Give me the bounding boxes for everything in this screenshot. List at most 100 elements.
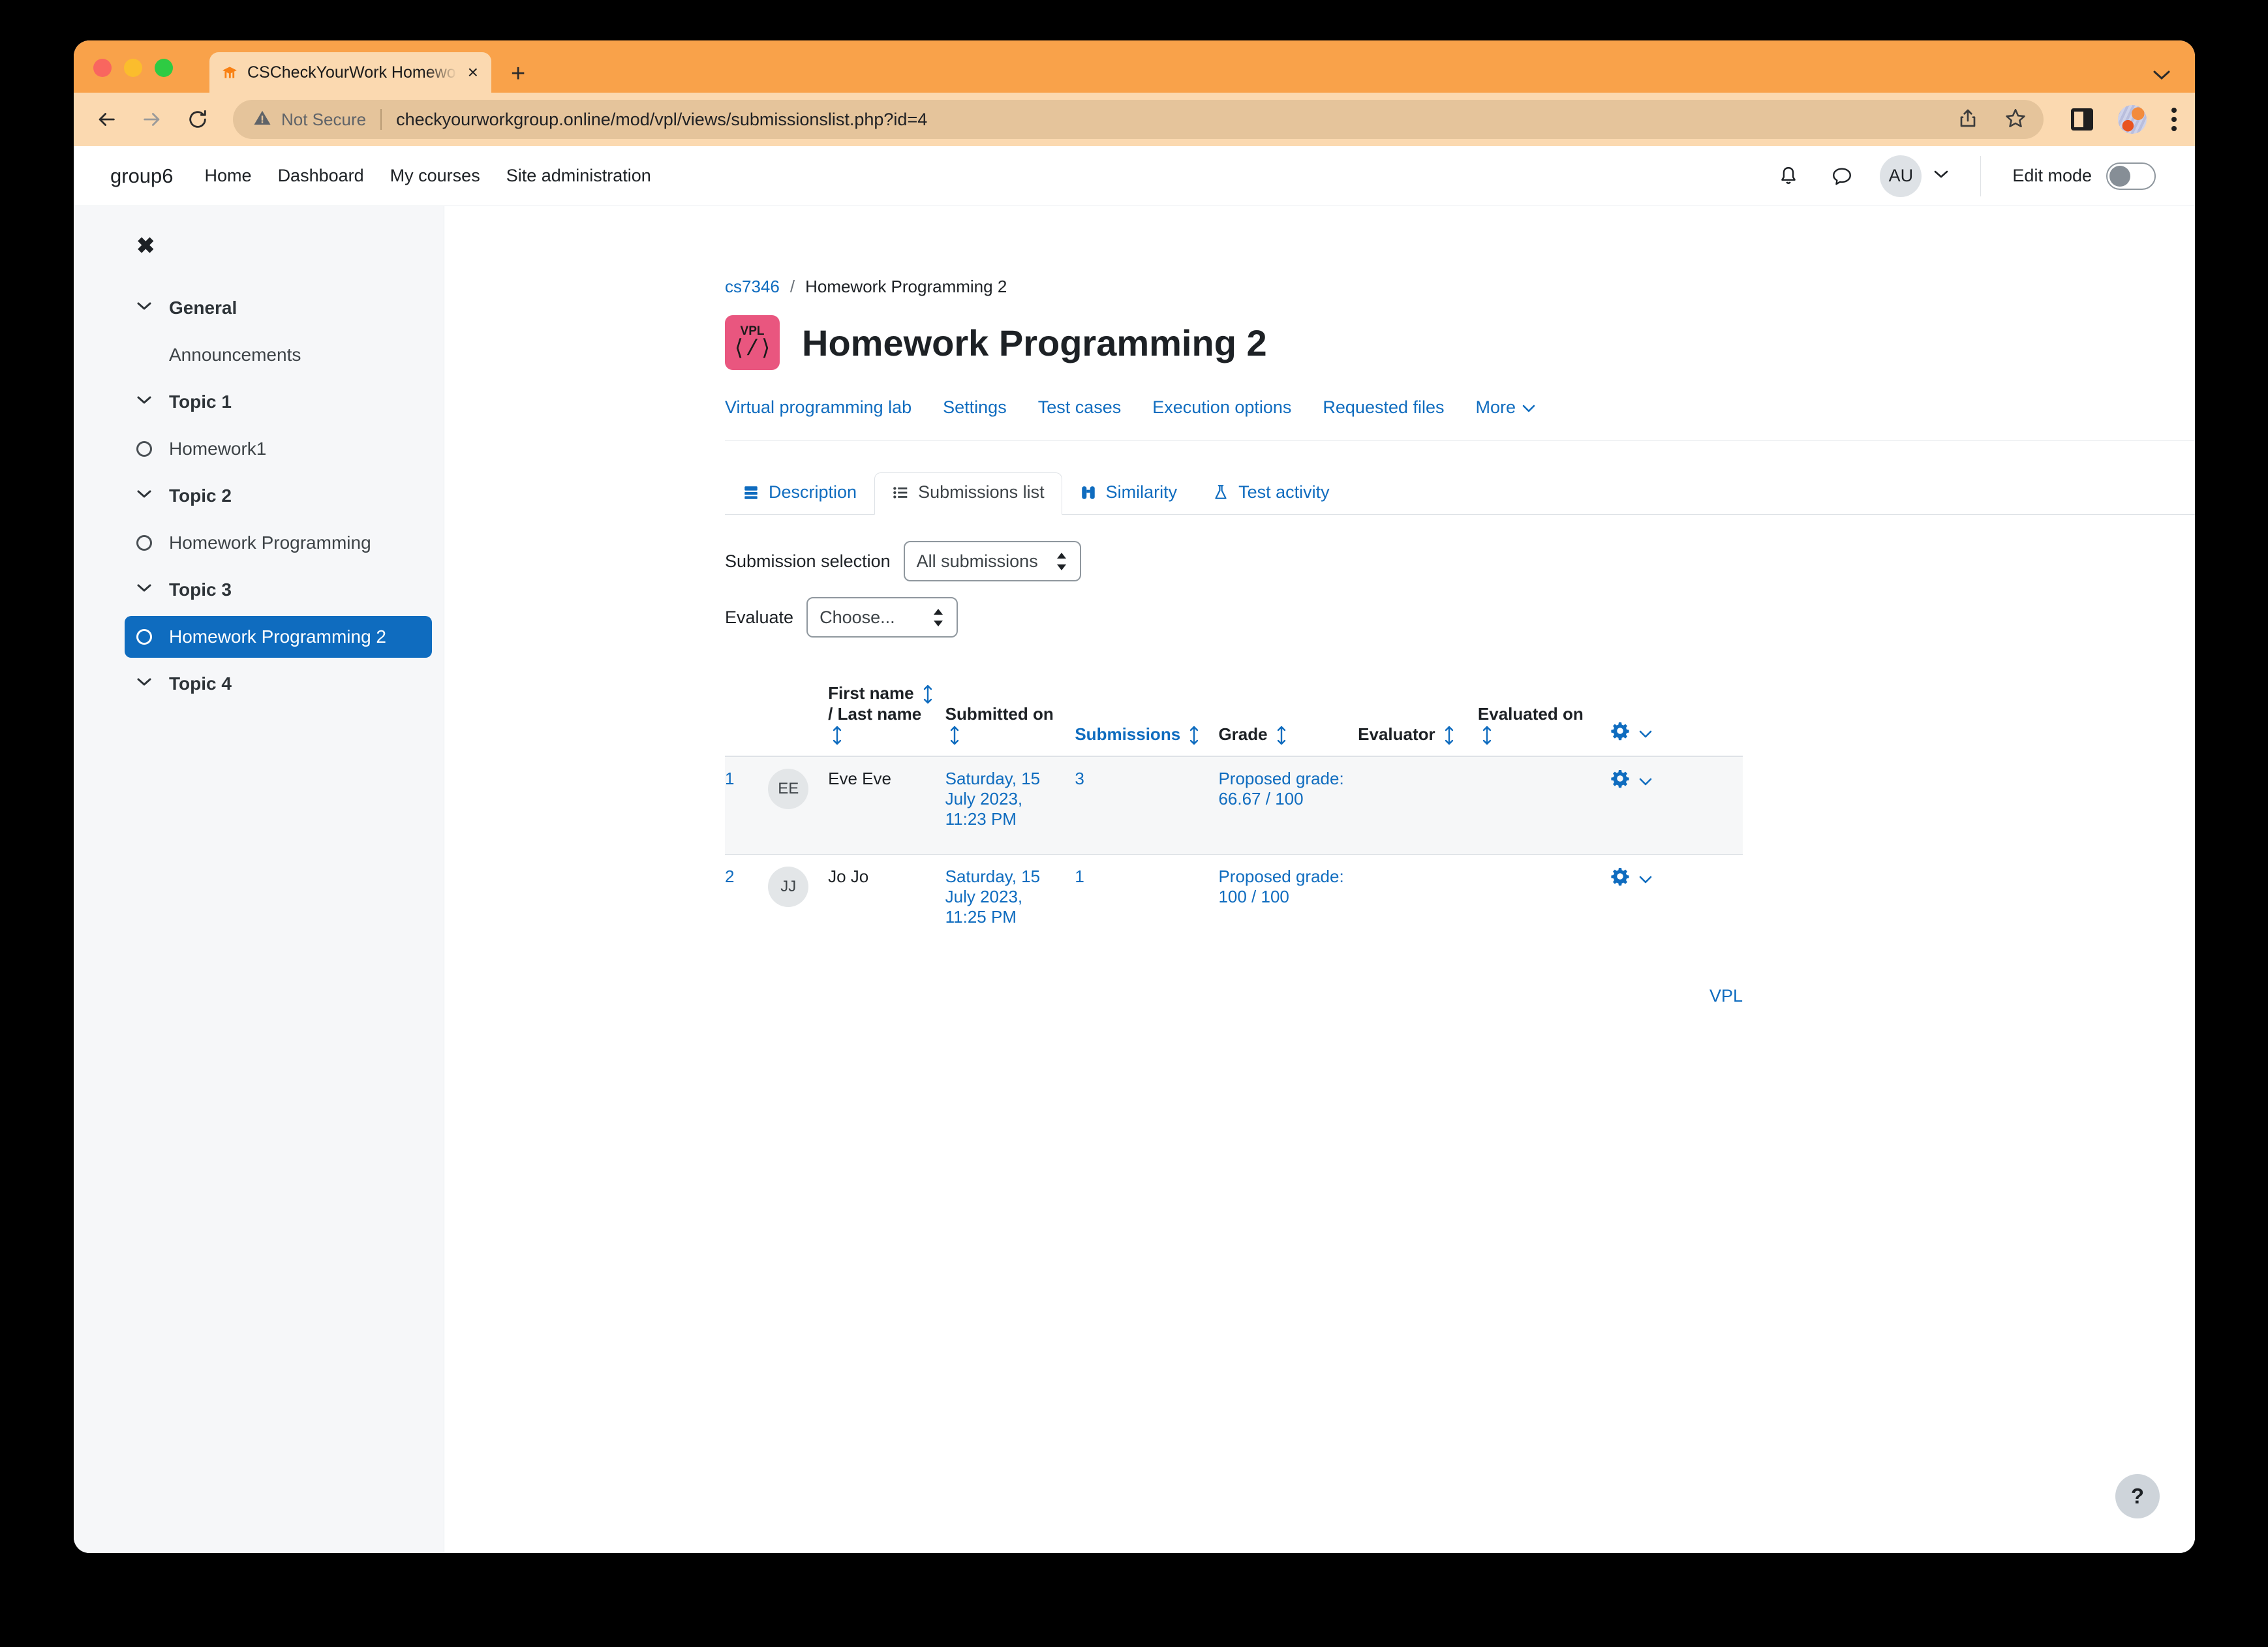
minimize-window-button[interactable]: [124, 59, 142, 77]
breadcrumb-course-link[interactable]: cs7346: [725, 277, 780, 297]
edit-mode-toggle[interactable]: [2106, 162, 2156, 190]
bookmark-star-icon[interactable]: [2004, 107, 2027, 132]
tab-similarity[interactable]: Similarity: [1062, 472, 1195, 515]
sidebar-item-announcements[interactable]: Announcements: [169, 334, 432, 376]
evaluate-label: Evaluate: [725, 607, 794, 627]
tab-list-chevron-icon[interactable]: [2153, 70, 2170, 84]
help-button[interactable]: ?: [2115, 1474, 2160, 1518]
tab-more[interactable]: More: [1476, 397, 1536, 418]
select-caret-icon: [932, 608, 945, 626]
sidebar-section-general[interactable]: General: [74, 286, 444, 330]
reload-button[interactable]: [183, 105, 212, 134]
omnibox-divider: [380, 109, 382, 130]
table-settings-menu[interactable]: [1610, 721, 1652, 745]
grade-link[interactable]: Proposed grade: 100 / 100: [1218, 867, 1343, 906]
messages-chat-icon[interactable]: [1826, 161, 1858, 192]
sort-evaluated-on-icon[interactable]: [1482, 726, 1492, 745]
table-head: First name / Last name Submitted on Subm…: [725, 671, 1743, 758]
submitted-on-link[interactable]: Saturday, 15 July 2023, 11:25 PM: [945, 867, 1041, 927]
cell-submitted-on: Saturday, 15 July 2023, 11:23 PM: [945, 756, 1075, 855]
close-drawer-button[interactable]: ✖: [74, 235, 444, 286]
window-traffic-lights: [93, 59, 173, 77]
vpl-footer-link[interactable]: VPL: [1709, 986, 1743, 1006]
tab-description[interactable]: Description: [725, 472, 874, 515]
sidebar-item-label: Homework Programming: [169, 532, 371, 553]
sidebar-item-label: Announcements: [169, 345, 301, 365]
cell-actions: [1610, 756, 1743, 855]
edit-mode-control[interactable]: Edit mode: [2012, 162, 2156, 190]
sidebar-section-topic-1[interactable]: Topic 1: [74, 380, 444, 424]
row-actions-menu[interactable]: [1610, 867, 1652, 891]
tab-virtual-programming-lab[interactable]: Virtual programming lab: [725, 397, 912, 418]
row-number-link[interactable]: 1: [725, 769, 734, 788]
sidebar-item-homework-programming[interactable]: Homework Programming: [136, 522, 432, 564]
sort-submissions-icon[interactable]: [1189, 726, 1199, 745]
sidebar-item-homework-programming-2[interactable]: Homework Programming 2: [125, 616, 432, 658]
tab-test-cases[interactable]: Test cases: [1038, 397, 1122, 418]
side-panel-icon[interactable]: [2071, 108, 2093, 131]
close-tab-button[interactable]: ×: [465, 63, 481, 82]
th-number: [725, 671, 769, 758]
completion-circle-icon: [136, 629, 152, 645]
sort-first-name-icon[interactable]: [923, 685, 933, 704]
sort-last-name-icon[interactable]: [832, 726, 842, 745]
completion-circle-icon: [136, 441, 152, 457]
chevron-down-icon: [136, 301, 152, 315]
tab-test-activity[interactable]: Test activity: [1195, 472, 1347, 515]
submissions-count-link[interactable]: 1: [1075, 867, 1084, 886]
nav-item-dashboard[interactable]: Dashboard: [278, 166, 364, 186]
gear-icon: [1610, 769, 1630, 793]
submission-selection-select[interactable]: All submissions: [903, 541, 1081, 581]
maximize-window-button[interactable]: [155, 59, 173, 77]
breadcrumb-separator: /: [789, 277, 795, 296]
cell-number: 2: [725, 854, 768, 952]
browser-tab-strip: CSCheckYourWork Homework × +: [74, 40, 2195, 93]
gear-icon: [1610, 867, 1630, 891]
site-brand[interactable]: group6: [110, 164, 174, 188]
binoculars-icon: [1080, 484, 1097, 501]
th-submitted-on: Submitted on: [945, 671, 1075, 758]
nav-item-my-courses[interactable]: My courses: [390, 166, 480, 186]
submitted-on-link[interactable]: Saturday, 15 July 2023, 11:23 PM: [945, 769, 1041, 829]
share-icon[interactable]: [1957, 108, 1978, 132]
tab-settings[interactable]: Settings: [943, 397, 1007, 418]
cell-evaluator: [1358, 854, 1478, 952]
cell-evaluated-on: [1478, 854, 1610, 952]
browser-toolbar: Not Secure checkyourworkgroup.online/mod…: [74, 93, 2195, 146]
sort-submitted-on-icon[interactable]: [949, 726, 960, 745]
sidebar-section-topic-3[interactable]: Topic 3: [74, 568, 444, 612]
sort-evaluator-icon[interactable]: [1444, 726, 1454, 745]
sort-grade-icon[interactable]: [1276, 726, 1287, 745]
th-submissions-label[interactable]: Submissions: [1075, 724, 1180, 744]
vpl-icon-text: VPL: [740, 324, 765, 338]
cell-submissions: 3: [1075, 756, 1219, 855]
vpl-activity-icon: VPL ⟨/⟩: [725, 315, 780, 370]
user-menu[interactable]: AU: [1880, 155, 1949, 197]
address-bar[interactable]: Not Secure checkyourworkgroup.online/mod…: [233, 100, 2044, 139]
browser-menu-icon[interactable]: [2171, 108, 2177, 131]
tab-submissions-list[interactable]: Submissions list: [874, 472, 1062, 515]
forward-button[interactable]: [138, 105, 166, 134]
sidebar-section-topic-2[interactable]: Topic 2: [74, 474, 444, 518]
back-button[interactable]: [92, 105, 121, 134]
site-security-indicator[interactable]: Not Secure: [253, 108, 366, 131]
tab-execution-options[interactable]: Execution options: [1152, 397, 1291, 418]
user-avatar[interactable]: JJ: [768, 866, 809, 907]
submissions-count-link[interactable]: 3: [1075, 769, 1084, 788]
course-index-sidebar: ✖ General Announcements Topic 1 Homework…: [74, 206, 444, 1552]
tab-requested-files[interactable]: Requested files: [1323, 397, 1444, 418]
close-window-button[interactable]: [93, 59, 112, 77]
grade-link[interactable]: Proposed grade: 66.67 / 100: [1218, 769, 1343, 808]
browser-tab[interactable]: CSCheckYourWork Homework ×: [209, 52, 491, 93]
new-tab-button[interactable]: +: [511, 61, 525, 86]
row-number-link[interactable]: 2: [725, 867, 734, 886]
user-avatar[interactable]: EE: [768, 769, 809, 810]
notifications-bell-icon[interactable]: [1773, 161, 1804, 192]
sidebar-section-topic-4[interactable]: Topic 4: [74, 662, 444, 706]
sidebar-item-homework1[interactable]: Homework1: [136, 428, 432, 470]
nav-item-home[interactable]: Home: [205, 166, 252, 186]
browser-profile-avatar[interactable]: [2118, 105, 2147, 134]
nav-item-site-administration[interactable]: Site administration: [506, 166, 651, 186]
row-actions-menu[interactable]: [1610, 769, 1652, 793]
evaluate-select[interactable]: Choose...: [806, 597, 958, 638]
